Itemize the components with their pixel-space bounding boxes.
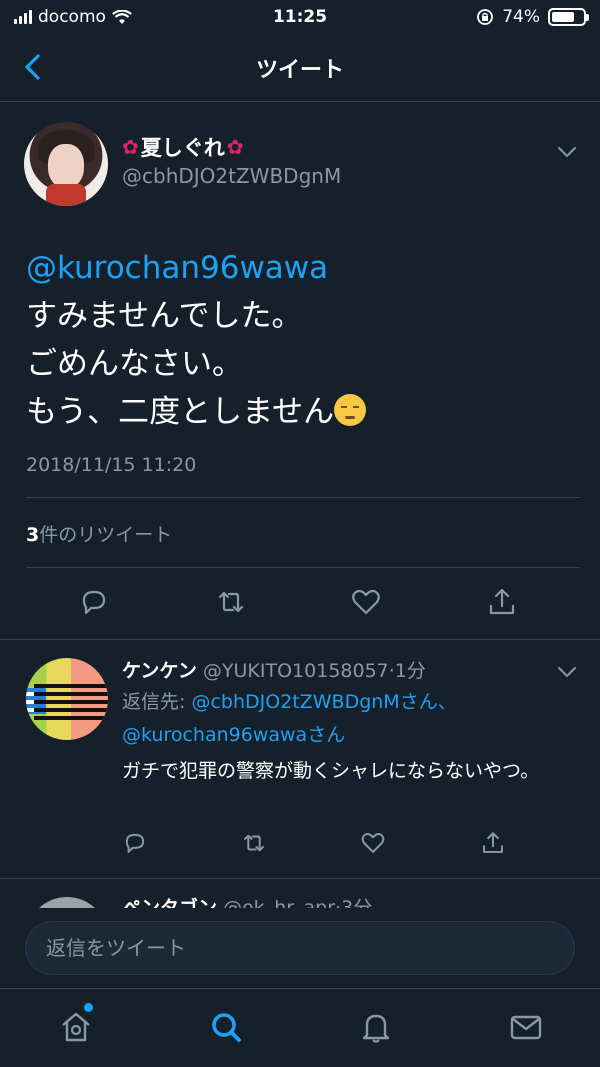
mention-suffix: さん bbox=[307, 724, 346, 746]
display-name-text: 夏しぐれ bbox=[140, 136, 225, 160]
reply-icon[interactable] bbox=[122, 830, 148, 856]
status-right: 74% bbox=[476, 7, 589, 27]
share-icon[interactable] bbox=[486, 586, 518, 618]
mention-text: @cbhDJO2tZWBDgnM bbox=[191, 691, 400, 713]
reply-header: ケンケン @YUKITO10158057·1分 bbox=[122, 656, 426, 683]
tweet-line-text: もう、二度としません bbox=[26, 394, 335, 430]
mention-link[interactable]: @cbhDJO2tZWBDgnMさん、 bbox=[191, 691, 456, 713]
reply-actions bbox=[0, 830, 600, 860]
heart-icon[interactable] bbox=[360, 830, 386, 856]
reply-icon[interactable] bbox=[78, 586, 110, 618]
reply-display-name[interactable]: ケンケン bbox=[122, 660, 197, 682]
retweet-count-number: 3 bbox=[26, 524, 40, 546]
tweet-line: ごめんなさい。 bbox=[26, 346, 243, 382]
divider bbox=[26, 497, 580, 498]
reply-to-label: 返信先: bbox=[122, 691, 192, 713]
display-name[interactable]: ✿ 夏しぐれ ✿ bbox=[122, 132, 244, 162]
bell-icon[interactable] bbox=[358, 1009, 394, 1045]
status-bar: docomo 11:25 74% bbox=[0, 0, 600, 34]
battery-percent: 74% bbox=[502, 7, 540, 27]
mention-suffix: さん、 bbox=[399, 691, 457, 713]
reply-time: ·1分 bbox=[388, 660, 426, 682]
tweet-text: @kurochan96wawa すみませんでした。 ごめんなさい。 もう、二度と… bbox=[26, 244, 586, 436]
divider bbox=[26, 567, 580, 568]
reply-to: 返信先: @cbhDJO2tZWBDgnMさん、 @kurochan96wawa… bbox=[122, 686, 582, 752]
tweet-line: すみませんでした。 bbox=[26, 298, 303, 334]
mention-link[interactable]: @kurochan96wawa bbox=[26, 244, 586, 292]
chevron-down-icon[interactable] bbox=[557, 666, 577, 678]
battery-icon bbox=[548, 8, 589, 26]
avatar[interactable] bbox=[24, 122, 108, 206]
new-content-dot bbox=[84, 1003, 93, 1012]
rotation-lock-icon bbox=[477, 9, 494, 25]
retweet-count[interactable]: 3件のリツイート bbox=[26, 520, 172, 547]
retweet-count-label: 件のリツイート bbox=[39, 524, 173, 546]
mail-icon[interactable] bbox=[508, 1009, 544, 1045]
retweet-icon[interactable] bbox=[241, 830, 267, 856]
retweet-icon[interactable] bbox=[215, 586, 247, 618]
next-tweet-header: ペンタゴン @ok_hr_apr·3分 bbox=[122, 893, 372, 909]
chevron-down-icon[interactable] bbox=[557, 146, 577, 158]
mention-link[interactable]: @kurochan96wawaさん bbox=[122, 724, 345, 746]
reply-compose-bar: 返信をツイート bbox=[0, 908, 600, 988]
reply-text: ガチで犯罪の警察が動くシャレにならないやつ。 bbox=[122, 760, 540, 782]
heart-icon[interactable] bbox=[350, 586, 382, 618]
share-icon[interactable] bbox=[480, 830, 506, 856]
tab-bar bbox=[0, 988, 600, 1067]
next-tweet[interactable]: ペンタゴン @ok_hr_apr·3分 bbox=[0, 879, 600, 909]
reply-input[interactable]: 返信をツイート bbox=[25, 921, 575, 975]
mention-text: @kurochan96wawa bbox=[122, 724, 308, 746]
user-handle[interactable]: @cbhDJO2tZWBDgnM bbox=[122, 164, 341, 188]
reply-tweet[interactable]: ケンケン @YUKITO10158057·1分 返信先: @cbhDJO2tZW… bbox=[0, 640, 600, 878]
tweet-timestamp: 2018/11/15 11:20 bbox=[26, 454, 197, 476]
tweet-actions bbox=[0, 586, 600, 626]
pensive-face-icon bbox=[334, 394, 367, 426]
hibiscus-icon: ✿ bbox=[226, 135, 244, 159]
reply-handle[interactable]: @YUKITO10158057 bbox=[203, 660, 389, 682]
tweet-line: もう、二度としません bbox=[26, 388, 586, 436]
nav-header: ツイート bbox=[0, 34, 600, 102]
home-icon[interactable] bbox=[58, 1009, 94, 1045]
page-title: ツイート bbox=[255, 58, 344, 83]
search-icon[interactable] bbox=[208, 1009, 244, 1045]
hibiscus-icon: ✿ bbox=[122, 135, 139, 159]
avatar[interactable] bbox=[26, 658, 108, 740]
